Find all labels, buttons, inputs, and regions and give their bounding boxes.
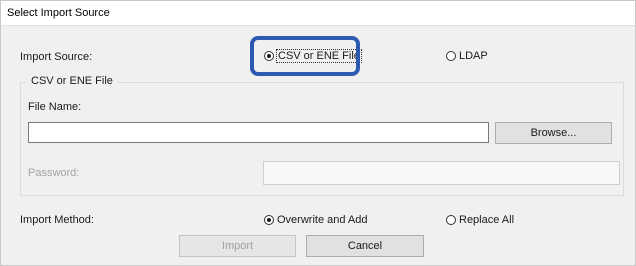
- radio-replace-all-label: Replace All: [459, 214, 515, 226]
- radio-ldap-label: LDAP: [459, 50, 488, 62]
- dialog-title: Select Import Source: [7, 7, 110, 19]
- radio-checked-icon: [264, 51, 274, 61]
- groupbox-title: CSV or ENE File: [27, 75, 117, 87]
- radio-overwrite-and-add[interactable]: Overwrite and Add: [264, 214, 368, 226]
- file-name-input[interactable]: [28, 122, 489, 143]
- import-method-label: Import Method:: [20, 214, 94, 226]
- cancel-button[interactable]: Cancel: [306, 235, 424, 257]
- import-button[interactable]: Import: [179, 235, 296, 257]
- browse-button[interactable]: Browse...: [495, 122, 612, 144]
- radio-csv-or-ene-file[interactable]: CSV or ENE File: [264, 49, 362, 63]
- radio-ldap[interactable]: LDAP: [446, 50, 488, 62]
- import-source-label: Import Source:: [20, 51, 93, 63]
- radio-replace-all[interactable]: Replace All: [446, 214, 514, 226]
- radio-overwrite-and-add-label: Overwrite and Add: [277, 214, 368, 226]
- radio-unchecked-icon: [446, 215, 456, 225]
- radio-csv-or-ene-file-label: CSV or ENE File: [276, 49, 362, 63]
- password-label: Password:: [28, 167, 80, 179]
- radio-unchecked-icon: [446, 51, 456, 61]
- title-bar: Select Import Source: [1, 1, 635, 26]
- select-import-source-dialog: Select Import Source Import Source: CSV …: [0, 0, 636, 266]
- file-name-label: File Name:: [28, 101, 82, 113]
- password-input[interactable]: [263, 161, 620, 185]
- radio-checked-icon: [264, 215, 274, 225]
